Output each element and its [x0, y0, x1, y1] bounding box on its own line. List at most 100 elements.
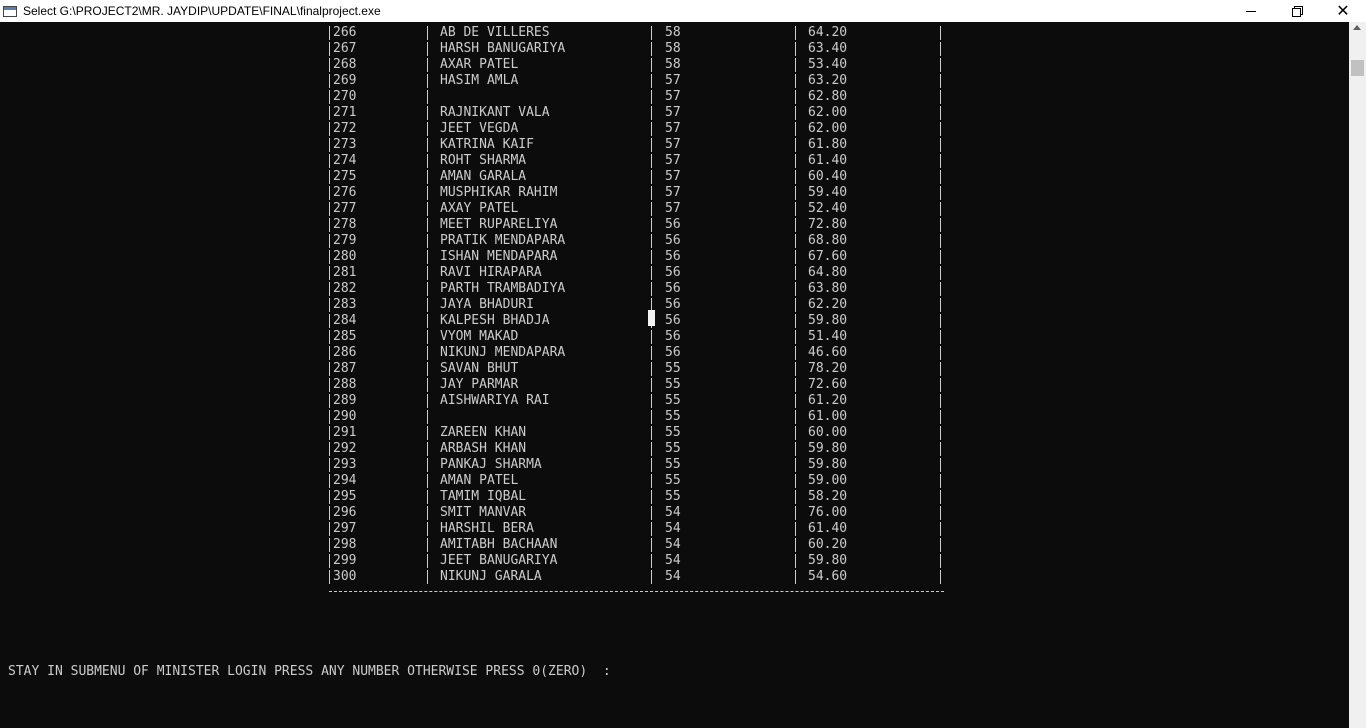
cell-id: 289 — [333, 393, 357, 408]
cell-percent: 59.80 — [808, 441, 848, 456]
table-row: 298 AMITABH BACHAAN 54 60.20 — [329, 537, 949, 553]
maximize-button[interactable] — [1274, 0, 1320, 22]
cell-percent: 61.80 — [808, 137, 848, 152]
window-title: Select G:\PROJECT2\MR. JAYDIP\UPDATE\FIN… — [23, 4, 381, 18]
cell-id: 296 — [333, 505, 357, 520]
column-separator — [329, 314, 330, 328]
restore-icon — [1292, 6, 1303, 17]
column-separator — [795, 234, 796, 248]
column-separator — [427, 426, 428, 440]
column-separator — [329, 394, 330, 408]
column-separator — [427, 170, 428, 184]
column-separator — [427, 58, 428, 72]
column-separator — [940, 26, 941, 40]
column-separator — [329, 202, 330, 216]
cell-id: 277 — [333, 201, 357, 216]
table-row: 274 ROHT SHARMA 57 61.40 — [329, 153, 949, 169]
cell-score: 56 — [665, 265, 681, 280]
column-separator — [427, 330, 428, 344]
column-separator — [651, 186, 652, 200]
column-separator — [795, 474, 796, 488]
column-separator — [329, 426, 330, 440]
column-separator — [940, 138, 941, 152]
column-separator — [940, 58, 941, 72]
console-window: Select G:\PROJECT2\MR. JAYDIP\UPDATE\FIN… — [0, 0, 1366, 728]
cell-score: 55 — [665, 473, 681, 488]
cell-score: 54 — [665, 521, 681, 536]
column-separator — [795, 154, 796, 168]
column-separator — [795, 202, 796, 216]
table-row: 291 ZAREEN KHAN 55 60.00 — [329, 425, 949, 441]
column-separator — [329, 506, 330, 520]
cell-score: 58 — [665, 57, 681, 72]
cell-id: 269 — [333, 73, 357, 88]
column-separator — [329, 170, 330, 184]
cell-score: 57 — [665, 73, 681, 88]
cell-percent: 68.80 — [808, 233, 848, 248]
column-separator — [795, 74, 796, 88]
table-row: 277 AXAY PATEL 57 52.40 — [329, 201, 949, 217]
column-separator — [651, 538, 652, 552]
column-separator — [651, 138, 652, 152]
vertical-scrollbar[interactable] — [1349, 22, 1366, 728]
column-separator — [795, 26, 796, 40]
scrollbar-thumb[interactable] — [1351, 60, 1364, 76]
column-separator — [329, 522, 330, 536]
title-bar[interactable]: Select G:\PROJECT2\MR. JAYDIP\UPDATE\FIN… — [0, 0, 1366, 22]
column-separator — [940, 522, 941, 536]
column-separator — [329, 474, 330, 488]
column-separator — [329, 298, 330, 312]
column-separator — [427, 506, 428, 520]
cell-percent: 76.00 — [808, 505, 848, 520]
column-separator — [795, 458, 796, 472]
cell-score: 56 — [665, 249, 681, 264]
column-separator — [427, 362, 428, 376]
column-separator — [329, 42, 330, 56]
console-output[interactable]: 266 AB DE VILLERES 58 64.20 267 HARSH BANUGAR… — [0, 22, 1349, 728]
cell-percent: 78.20 — [808, 361, 848, 376]
cell-name: KALPESH BHADJA — [440, 313, 550, 328]
cell-name: SAVAN BHUT — [440, 361, 519, 376]
column-separator — [329, 570, 330, 584]
column-separator — [651, 26, 652, 40]
column-separator — [795, 554, 796, 568]
column-separator — [329, 26, 330, 40]
column-separator — [940, 218, 941, 232]
cell-id: 271 — [333, 105, 357, 120]
column-separator — [795, 42, 796, 56]
close-button[interactable]: ✕ — [1320, 0, 1366, 22]
cell-score: 56 — [665, 233, 681, 248]
cell-score: 54 — [665, 505, 681, 520]
cell-percent: 52.40 — [808, 201, 848, 216]
cell-name: ARBASH KHAN — [440, 441, 527, 456]
cell-name: HARSHIL BERA — [440, 521, 534, 536]
cell-percent: 62.00 — [808, 121, 848, 136]
column-separator — [651, 426, 652, 440]
cell-percent: 60.40 — [808, 169, 848, 184]
minimize-button[interactable] — [1228, 0, 1274, 22]
table-row: 281 RAVI HIRAPARA 56 64.80 — [329, 265, 949, 281]
column-separator — [795, 346, 796, 360]
cell-id: 279 — [333, 233, 357, 248]
table-row: 296 SMIT MANVAR 54 76.00 — [329, 505, 949, 521]
cell-percent: 54.60 — [808, 569, 848, 584]
cell-score: 55 — [665, 489, 681, 504]
column-separator — [940, 234, 941, 248]
cell-id: 293 — [333, 457, 357, 472]
table-row: 284 KALPESH BHADJA 56 59.80 — [329, 313, 949, 329]
column-separator — [651, 58, 652, 72]
cell-score: 56 — [665, 217, 681, 232]
column-separator — [427, 442, 428, 456]
column-separator — [795, 362, 796, 376]
column-separator — [427, 458, 428, 472]
column-separator — [940, 458, 941, 472]
scroll-up-arrow-icon[interactable] — [1353, 25, 1361, 30]
column-separator — [940, 346, 941, 360]
column-separator — [795, 170, 796, 184]
cell-percent: 60.20 — [808, 537, 848, 552]
cell-name: AISHWARIYA RAI — [440, 393, 550, 408]
console-app-icon[interactable] — [3, 5, 17, 17]
cell-score: 54 — [665, 537, 681, 552]
column-separator — [427, 474, 428, 488]
column-separator — [651, 106, 652, 120]
